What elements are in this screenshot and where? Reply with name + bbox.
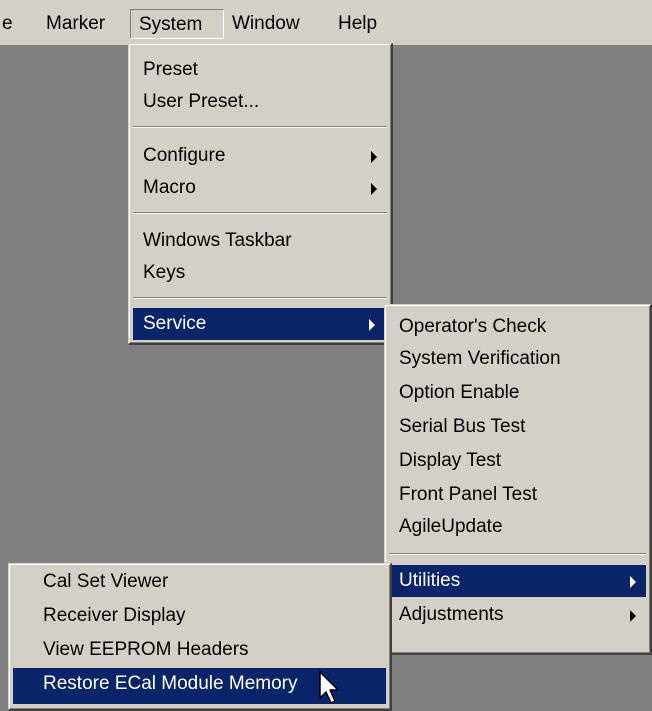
menu-item-configure-label: Configure — [143, 145, 226, 166]
menu-item-option-enable[interactable]: Option Enable — [389, 377, 646, 409]
menu-item-service-label: Service — [143, 313, 207, 334]
menu-item-windows-taskbar[interactable]: Windows Taskbar — [133, 225, 387, 257]
menu-item-operators-check[interactable]: Operator's Check — [389, 311, 646, 343]
menu-item-user-preset[interactable]: User Preset... — [133, 86, 387, 118]
submenu-arrow-icon — [369, 319, 375, 331]
menu-item-adjustments-label: Adjustments — [399, 604, 504, 625]
menu-separator — [133, 297, 387, 299]
submenu-arrow-icon — [371, 151, 377, 163]
menu-item-receiver-display[interactable]: Receiver Display — [13, 600, 386, 632]
system-menu: Preset User Preset... Configure Macro Wi… — [128, 43, 393, 345]
submenu-arrow-icon — [630, 610, 636, 622]
menubar-item-file[interactable]: e — [0, 9, 21, 39]
mouse-pointer-icon — [319, 671, 339, 704]
submenu-arrow-icon — [371, 183, 377, 195]
menu-item-serial-bus-test[interactable]: Serial Bus Test — [389, 411, 646, 443]
menu-item-agileupdate[interactable]: AgileUpdate — [389, 511, 646, 543]
menu-item-display-test[interactable]: Display Test — [389, 445, 646, 477]
menu-bar: e Marker System Window Help — [0, 0, 652, 45]
menu-item-macro[interactable]: Macro — [133, 172, 387, 204]
menu-item-keys[interactable]: Keys — [133, 257, 387, 289]
menubar-item-window[interactable]: Window — [224, 9, 308, 39]
menu-item-macro-label: Macro — [143, 177, 196, 198]
menu-separator — [389, 553, 646, 555]
menu-item-utilities-label: Utilities — [399, 570, 461, 591]
submenu-arrow-icon — [630, 576, 636, 588]
menu-item-utilities[interactable]: Utilities — [389, 565, 646, 597]
menu-separator — [133, 126, 387, 128]
menu-item-cal-set-viewer[interactable]: Cal Set Viewer — [13, 566, 386, 598]
menu-item-front-panel-test[interactable]: Front Panel Test — [389, 479, 646, 511]
menubar-item-system[interactable]: System — [130, 9, 224, 39]
menu-item-adjustments[interactable]: Adjustments — [389, 599, 646, 631]
menubar-item-marker[interactable]: Marker — [38, 9, 113, 39]
service-submenu: Operator's Check System Verification Opt… — [384, 304, 652, 655]
menu-item-configure[interactable]: Configure — [133, 140, 387, 172]
menubar-item-help[interactable]: Help — [330, 9, 385, 39]
menu-item-system-verification[interactable]: System Verification — [389, 343, 646, 375]
menu-item-service[interactable]: Service — [133, 308, 385, 340]
menu-item-view-eeprom-headers[interactable]: View EEPROM Headers — [13, 634, 386, 666]
menu-item-preset[interactable]: Preset — [133, 54, 387, 86]
menu-separator — [133, 212, 387, 214]
